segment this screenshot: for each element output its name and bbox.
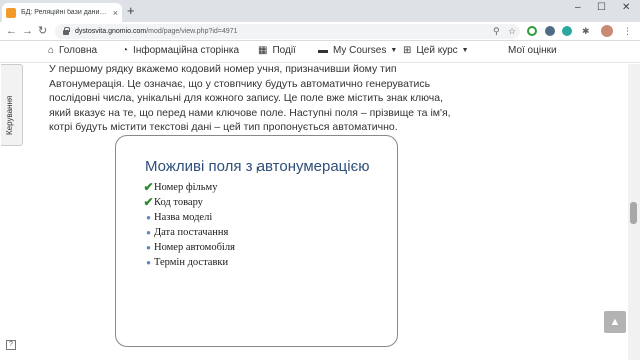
list-item-text: Назва моделі xyxy=(154,212,213,223)
chevron-down-icon: ▼ xyxy=(390,47,398,54)
list-item: ✔ Код товару xyxy=(143,195,235,210)
extensions-puzzle-icon[interactable]: ✱ xyxy=(582,25,590,37)
forward-arrow-icon[interactable]: → xyxy=(22,23,33,39)
list-item: ● Номер автомобіля xyxy=(143,240,235,255)
url-path: /mod/page/view.php?id=4971 xyxy=(146,28,238,35)
browser-menu-icon[interactable]: ⋮ xyxy=(623,25,632,37)
tab-title: БД: Реляційні бази даних. Їхні с xyxy=(21,9,110,16)
calendar-icon: ▦ xyxy=(258,45,268,56)
nav-home[interactable]: ⌂ Головна xyxy=(48,45,97,56)
profile-avatar[interactable] xyxy=(601,25,613,37)
tab-close-icon[interactable]: × xyxy=(113,8,118,18)
chevron-down-icon: ▼ xyxy=(461,47,469,54)
list-item: ✔ Номер фільму xyxy=(143,180,235,195)
list-item: ● Назва моделі xyxy=(143,210,235,225)
list-item: ● Дата постачання xyxy=(143,225,235,240)
new-tab-button[interactable]: + xyxy=(127,4,135,18)
checkmark-icon: ✔ xyxy=(143,180,154,194)
bullet-icon: ● xyxy=(146,228,151,237)
nav-my-courses[interactable]: ▬ My Courses ▼ xyxy=(318,45,397,56)
admin-drawer-tab[interactable]: Керування xyxy=(1,64,23,146)
text-cursor-icon: I xyxy=(256,165,259,175)
browser-tabstrip: БД: Реляційні бази даних. Їхні с × + – ☐… xyxy=(0,0,640,22)
nav-this-course-label: Цей курс xyxy=(416,45,458,56)
briefcase-icon: ▬ xyxy=(318,45,328,56)
address-bar[interactable]: dystosvita.gnomio.com/mod/page/view.php?… xyxy=(55,24,520,39)
bullet-icon: ● xyxy=(146,213,151,222)
window-maximize-button[interactable]: ☐ xyxy=(597,2,606,13)
list-item: ● Термін доставки xyxy=(143,255,235,270)
list-item-text: Дата постачання xyxy=(154,227,229,238)
home-icon: ⌂ xyxy=(48,45,55,56)
extension-teal-icon[interactable] xyxy=(562,26,572,36)
admin-drawer-label: Керування xyxy=(5,95,14,135)
url-text: dystosvita.gnomio.com/mod/page/view.php?… xyxy=(75,28,237,35)
list-item-text: Номер автомобіля xyxy=(154,242,235,253)
site-navbar: ⌂ Головна ◔ Інформаційна сторінка ▦ Поді… xyxy=(0,41,640,63)
list-item-text: Код товару xyxy=(154,197,203,208)
lock-icon xyxy=(63,27,70,35)
checkmark-icon: ✔ xyxy=(143,195,154,209)
nav-dashboard[interactable]: ◔ Інформаційна сторінка xyxy=(122,45,239,56)
reload-icon[interactable]: ↻ xyxy=(38,23,47,39)
url-host: dystosvita.gnomio.com xyxy=(75,28,147,35)
page-scrollbar[interactable] xyxy=(628,64,640,360)
nav-my-grades[interactable]: Мої оцінки xyxy=(508,45,557,56)
browser-tab[interactable]: БД: Реляційні бази даних. Їхні с × xyxy=(2,3,122,22)
nav-my-courses-label: My Courses xyxy=(333,45,387,56)
dashboard-icon: ◔ xyxy=(122,45,129,56)
extension-green-icon[interactable] xyxy=(527,26,537,36)
extension-profile-icon[interactable] xyxy=(545,26,555,36)
content-paragraph: У першому рядку вкажемо кодовий номер уч… xyxy=(49,63,451,134)
window-close-button[interactable]: ✕ xyxy=(622,2,630,13)
sitemap-icon: ⊞ xyxy=(403,45,412,56)
nav-this-course[interactable]: ⊞ Цей курс ▼ xyxy=(403,45,469,56)
slide-list: ✔ Номер фільму ✔ Код товару ● Назва моделі … xyxy=(143,180,235,270)
bullet-icon: ● xyxy=(146,258,151,267)
window-minimize-button[interactable]: – xyxy=(575,2,581,13)
browser-toolbar: ← → ↻ dystosvita.gnomio.com/mod/page/vie… xyxy=(0,22,640,41)
nav-events-label: Події xyxy=(272,45,296,56)
nav-dashboard-label: Інформаційна сторінка xyxy=(133,45,240,56)
bullet-icon: ● xyxy=(146,243,151,252)
scrollbar-thumb[interactable] xyxy=(630,202,637,224)
footer-info-icon[interactable]: ? xyxy=(6,340,16,350)
list-item-text: Номер фільму xyxy=(154,182,218,193)
list-item-text: Термін доставки xyxy=(154,257,229,268)
zoom-icon[interactable]: ⚲ xyxy=(493,25,500,37)
nav-events[interactable]: ▦ Події xyxy=(258,45,296,56)
back-arrow-icon[interactable]: ← xyxy=(6,23,17,39)
back-to-top-button[interactable]: ▲ xyxy=(604,311,626,333)
site-favicon-icon xyxy=(6,7,16,18)
nav-my-grades-label: Мої оцінки xyxy=(508,45,557,56)
bookmark-star-icon[interactable]: ☆ xyxy=(508,25,516,37)
nav-home-label: Головна xyxy=(59,45,98,56)
